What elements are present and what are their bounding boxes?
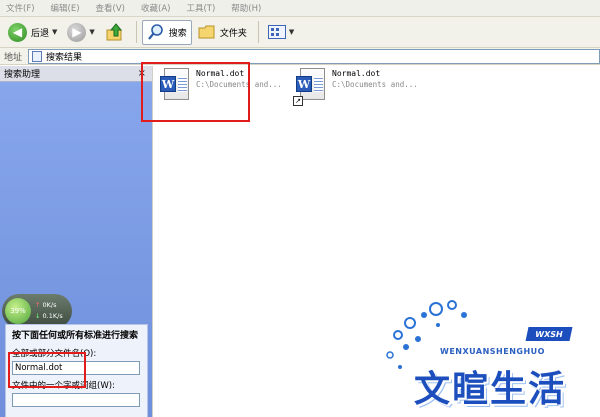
shortcut-arrow-icon: ↗	[293, 96, 303, 106]
menu-help[interactable]: 帮助(H)	[231, 2, 261, 14]
menu-tools[interactable]: 工具(T)	[186, 2, 215, 14]
up-folder-button[interactable]	[101, 20, 129, 45]
menu-edit[interactable]: 编辑(E)	[51, 2, 80, 14]
toolbar-separator	[135, 21, 137, 43]
download-arrow-icon: ↓	[35, 312, 41, 320]
back-button[interactable]: ◀ 后退 ▼	[4, 20, 61, 45]
views-icon	[267, 25, 286, 39]
views-dropdown-icon[interactable]: ▼	[289, 28, 294, 36]
logo-title: 文暄生活	[414, 369, 567, 410]
back-label: 后退	[31, 28, 50, 39]
network-speed-widget: 39% ↑ 0K/s ↓ 0.1K/s	[2, 294, 72, 328]
search-label: 搜索	[168, 28, 187, 39]
word-document-icon: W ↗	[293, 68, 326, 106]
forward-arrow-icon: ▶	[67, 22, 87, 42]
search-icon	[147, 24, 163, 40]
back-arrow-icon: ◀	[8, 22, 27, 42]
logo-pinyin: WENXUANSHENGHUO	[440, 347, 545, 356]
address-bar: 地址 搜索结果	[0, 48, 600, 65]
network-rates: ↑ 0K/s ↓ 0.1K/s	[35, 300, 63, 322]
upload-arrow-icon: ↑	[35, 301, 41, 309]
folder-icon	[198, 25, 215, 39]
back-dropdown-icon[interactable]: ▼	[52, 28, 57, 36]
menu-view[interactable]: 查看(V)	[96, 2, 125, 14]
toolbar: ◀ 后退 ▼ ▶ ▼ 搜索 文件夹 ▼	[0, 17, 600, 48]
address-input[interactable]: 搜索结果	[28, 48, 600, 64]
menu-bar: 文件(F) 编辑(E) 查看(V) 收藏(A) 工具(T) 帮助(H)	[0, 0, 600, 17]
up-folder-icon	[106, 23, 122, 41]
menu-file[interactable]: 文件(F)	[6, 2, 35, 14]
toolbar-separator	[257, 21, 259, 43]
forward-dropdown-icon[interactable]: ▼	[89, 28, 94, 36]
address-label: 地址	[4, 52, 23, 63]
highlight-frame	[141, 62, 250, 122]
search-criteria-title: 按下面任何或所有标准进行搜索	[12, 331, 139, 341]
forward-button[interactable]: ▶ ▼	[63, 20, 98, 45]
result-path: C:\Documents and...	[332, 80, 418, 89]
phrase-input[interactable]	[12, 393, 140, 407]
search-results-icon	[32, 50, 43, 62]
upload-rate: 0K/s	[42, 301, 57, 309]
search-assistant-header: 搜索助理 ×	[0, 66, 152, 82]
download-rate: 0.1K/s	[42, 312, 63, 320]
logo-badge: WXSH	[525, 327, 573, 341]
highlight-frame	[8, 352, 86, 388]
menu-favorites[interactable]: 收藏(A)	[141, 2, 170, 14]
folders-button[interactable]: 文件夹	[194, 20, 251, 45]
result-item[interactable]: W ↗ Normal.dot C:\Documents and...	[293, 68, 418, 106]
network-usage-ball: 39%	[5, 298, 31, 324]
address-value: 搜索结果	[46, 52, 83, 63]
views-button[interactable]: ▼	[264, 20, 298, 45]
search-assistant-title: 搜索助理	[4, 70, 41, 80]
folders-label: 文件夹	[219, 28, 247, 39]
search-button[interactable]: 搜索	[141, 19, 192, 45]
result-name: Normal.dot	[332, 69, 381, 78]
